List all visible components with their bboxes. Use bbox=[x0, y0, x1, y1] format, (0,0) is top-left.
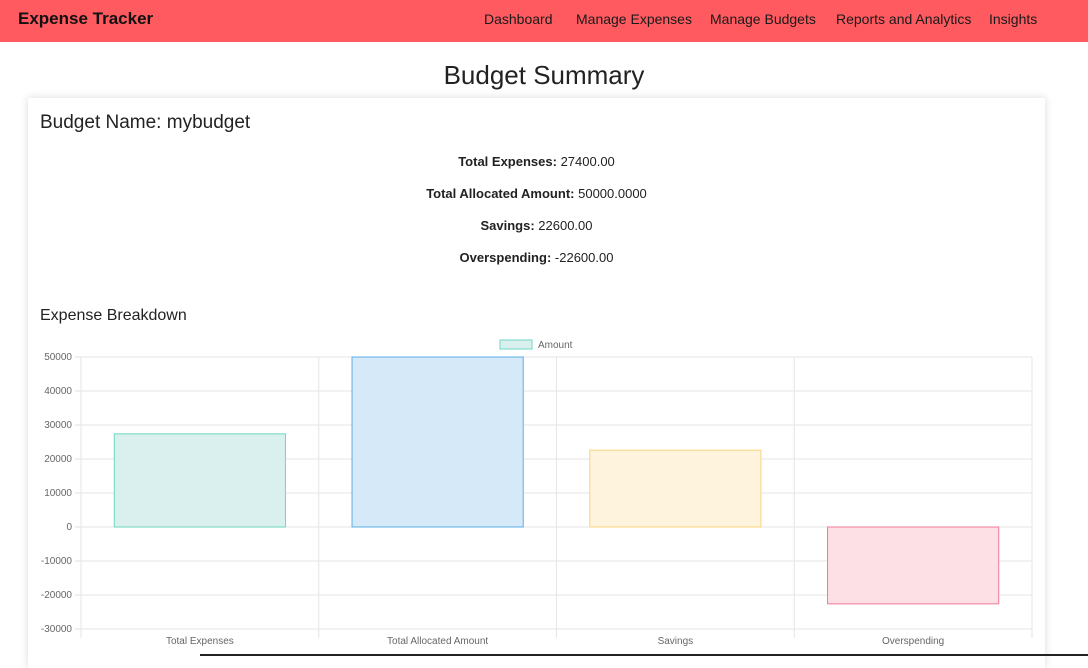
budget-card: Budget Name: mybudget Total Expenses: 27… bbox=[28, 98, 1045, 668]
top-navbar: Expense Tracker Dashboard Manage Expense… bbox=[0, 0, 1088, 42]
y-tick-label: -20000 bbox=[41, 590, 73, 601]
nav-manage-budgets[interactable]: Manage Budgets bbox=[710, 11, 816, 27]
bar-overspending bbox=[827, 526, 1000, 605]
brand-link[interactable]: Expense Tracker bbox=[18, 9, 153, 29]
y-tick-label: 40000 bbox=[44, 386, 72, 397]
x-tick-label: Overspending bbox=[882, 636, 944, 647]
nav-reports-analytics[interactable]: Reports and Analytics bbox=[836, 11, 971, 27]
legend-swatch bbox=[499, 339, 533, 350]
legend-label: Amount bbox=[538, 340, 573, 351]
y-tick-label: 50000 bbox=[44, 352, 72, 363]
x-tick-label: Savings bbox=[658, 636, 694, 647]
nav-dashboard[interactable]: Dashboard bbox=[484, 11, 553, 27]
y-tick-label: 0 bbox=[66, 522, 72, 533]
y-tick-label: -10000 bbox=[41, 556, 73, 567]
y-tick-label: 10000 bbox=[44, 488, 72, 499]
bar-total-allocated-amount bbox=[351, 356, 524, 528]
x-tick-label: Total Expenses bbox=[166, 636, 234, 647]
y-tick-label: 20000 bbox=[44, 454, 72, 465]
x-tick-label: Total Allocated Amount bbox=[387, 636, 488, 647]
expense-breakdown-chart: 50000 40000 30000 20000 10000 0 -10000 -20000 -3… bbox=[41, 339, 1033, 647]
bar-total-expenses bbox=[113, 433, 286, 528]
bar-savings bbox=[589, 449, 762, 528]
y-tick-label: 30000 bbox=[44, 420, 72, 431]
y-tick-label: -30000 bbox=[41, 624, 73, 635]
page-title: Budget Summary bbox=[443, 60, 645, 90]
nav-manage-expenses[interactable]: Manage Expenses bbox=[576, 11, 692, 27]
nav-insights[interactable]: Insights bbox=[989, 11, 1037, 27]
